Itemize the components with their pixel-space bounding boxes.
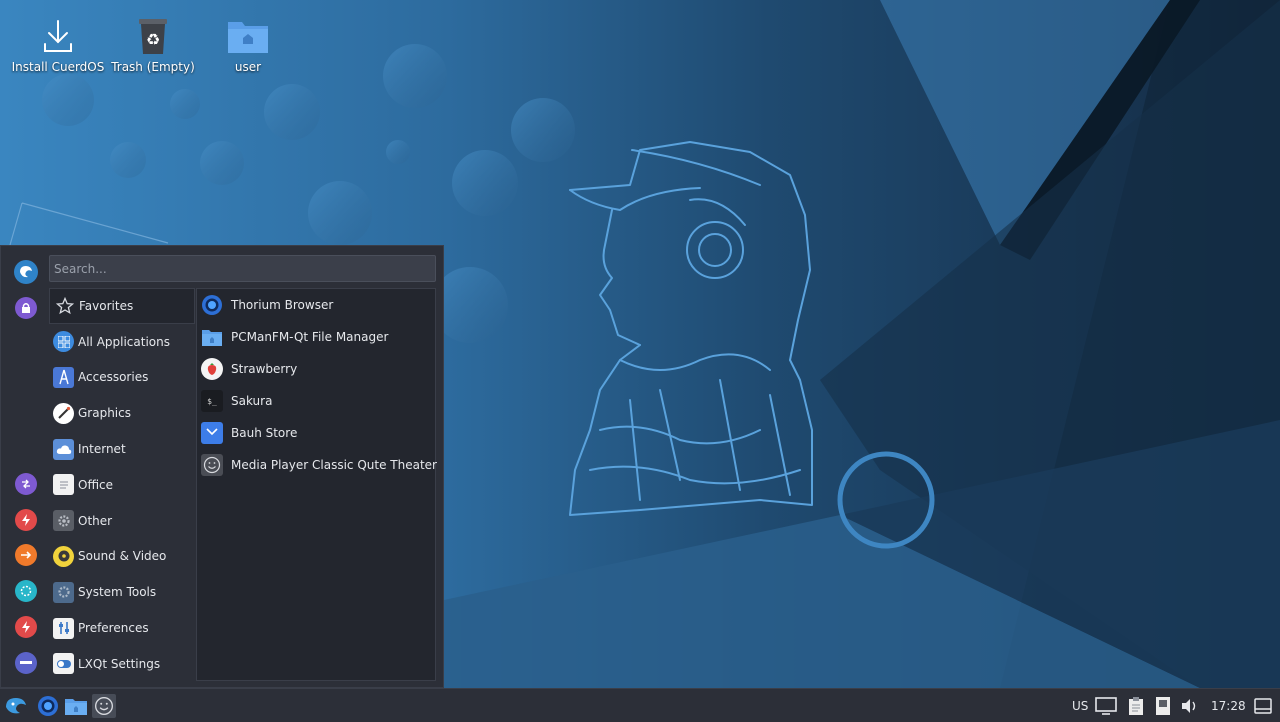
document-icon — [53, 474, 74, 496]
app-label: Thorium Browser — [231, 298, 334, 312]
toggle-icon — [53, 653, 74, 675]
strawberry-icon — [201, 358, 223, 380]
category-label: Other — [78, 513, 113, 528]
taskbar: US 17:28 — [0, 688, 1280, 722]
lock-icon[interactable] — [15, 297, 37, 319]
category-label: Preferences — [78, 621, 149, 636]
desktop-icon-label: Trash (Empty) — [111, 60, 195, 74]
thorium-browser-icon — [201, 294, 223, 316]
application-list: Thorium Browser PCManFM-Qt File Manager … — [196, 288, 437, 681]
reboot-icon[interactable] — [15, 616, 37, 638]
application-menu: Favorites All Applications Accessories G… — [0, 245, 444, 688]
gear-icon — [53, 510, 74, 532]
sliders-icon — [53, 617, 74, 639]
store-bag-icon — [201, 422, 223, 444]
clock[interactable]: 17:28 — [1211, 699, 1246, 713]
app-item-mpc-qt[interactable]: Media Player Classic Qute Theater — [197, 449, 437, 481]
download-icon — [36, 14, 80, 58]
home-folder-icon — [226, 14, 270, 58]
media-player-icon[interactable] — [92, 694, 116, 718]
app-label: Strawberry — [231, 362, 298, 376]
category-label: Graphics — [78, 406, 131, 421]
category-label: Internet — [78, 442, 126, 457]
keyboard-layout-indicator[interactable]: US — [1072, 699, 1088, 713]
graphics-icon — [53, 402, 74, 424]
category-label: Sound & Video — [78, 549, 167, 564]
category-system-tools[interactable]: System Tools — [49, 574, 195, 610]
volume-icon[interactable] — [1178, 694, 1202, 718]
smiley-icon — [201, 454, 223, 476]
desktop-icon-label: Install CuerdOS — [11, 60, 105, 74]
search-input[interactable] — [49, 255, 436, 282]
folder-icon — [201, 326, 223, 348]
show-desktop-icon[interactable] — [1251, 694, 1275, 718]
app-label: PCManFM-Qt File Manager — [231, 330, 389, 344]
category-office[interactable]: Office — [49, 467, 195, 503]
clipboard-icon[interactable] — [1124, 694, 1148, 718]
app-label: Bauh Store — [231, 426, 298, 440]
category-graphics[interactable]: Graphics — [49, 395, 195, 431]
svg-text:♻: ♻ — [146, 30, 160, 49]
app-label: Media Player Classic Qute Theater — [231, 458, 437, 472]
logout-icon[interactable] — [15, 544, 37, 566]
switch-user-icon[interactable] — [15, 473, 37, 495]
settings-gear-icon[interactable] — [15, 580, 37, 602]
app-item-sakura[interactable]: $_ Sakura — [197, 385, 435, 417]
category-label: LXQt Settings — [78, 656, 161, 671]
category-internet[interactable]: Internet — [49, 431, 195, 467]
category-label: All Applications — [78, 334, 170, 349]
category-all-applications[interactable]: All Applications — [49, 324, 195, 360]
category-label: Office — [78, 477, 114, 492]
category-preferences[interactable]: Preferences — [49, 610, 195, 646]
app-item-pcmanfm[interactable]: PCManFM-Qt File Manager — [197, 321, 435, 353]
app-item-thorium[interactable]: Thorium Browser — [197, 289, 435, 321]
star-icon — [54, 295, 75, 316]
category-label: System Tools — [78, 585, 157, 600]
desktop-icon-label: user — [234, 60, 262, 74]
desktop-icon-trash[interactable]: ♻ Trash (Empty) — [105, 14, 201, 74]
accessories-icon — [53, 366, 74, 388]
display-icon[interactable] — [1094, 694, 1118, 718]
category-other[interactable]: Other — [49, 503, 195, 539]
app-item-bauh[interactable]: Bauh Store — [197, 417, 435, 449]
desktop-icon-install[interactable]: Install CuerdOS — [10, 14, 106, 74]
system-tools-icon — [53, 581, 74, 603]
suspend-icon[interactable] — [15, 652, 37, 674]
power-icon[interactable] — [15, 509, 37, 531]
all-apps-icon — [53, 331, 74, 353]
desktop-icon-user[interactable]: user — [200, 14, 296, 74]
cuerdos-menu-icon[interactable] — [3, 694, 29, 718]
trash-icon: ♻ — [131, 14, 175, 58]
thorium-browser-icon[interactable] — [36, 694, 60, 718]
category-lxqt-settings[interactable]: LXQt Settings — [49, 646, 195, 682]
disc-icon — [53, 545, 74, 567]
removable-drive-icon[interactable] — [1151, 694, 1175, 718]
category-sound-video[interactable]: Sound & Video — [49, 539, 195, 575]
app-label: Sakura — [231, 394, 273, 408]
category-label: Favorites — [79, 298, 134, 313]
category-label: Accessories — [78, 370, 149, 385]
cuerdos-logo-icon[interactable] — [14, 260, 38, 284]
terminal-icon: $_ — [201, 390, 223, 412]
app-item-strawberry[interactable]: Strawberry — [197, 353, 435, 385]
category-accessories[interactable]: Accessories — [49, 360, 195, 396]
file-manager-icon[interactable] — [63, 694, 89, 718]
category-list: Favorites All Applications Accessories G… — [49, 288, 195, 682]
category-favorites[interactable]: Favorites — [49, 288, 195, 324]
cloud-icon — [53, 438, 74, 460]
